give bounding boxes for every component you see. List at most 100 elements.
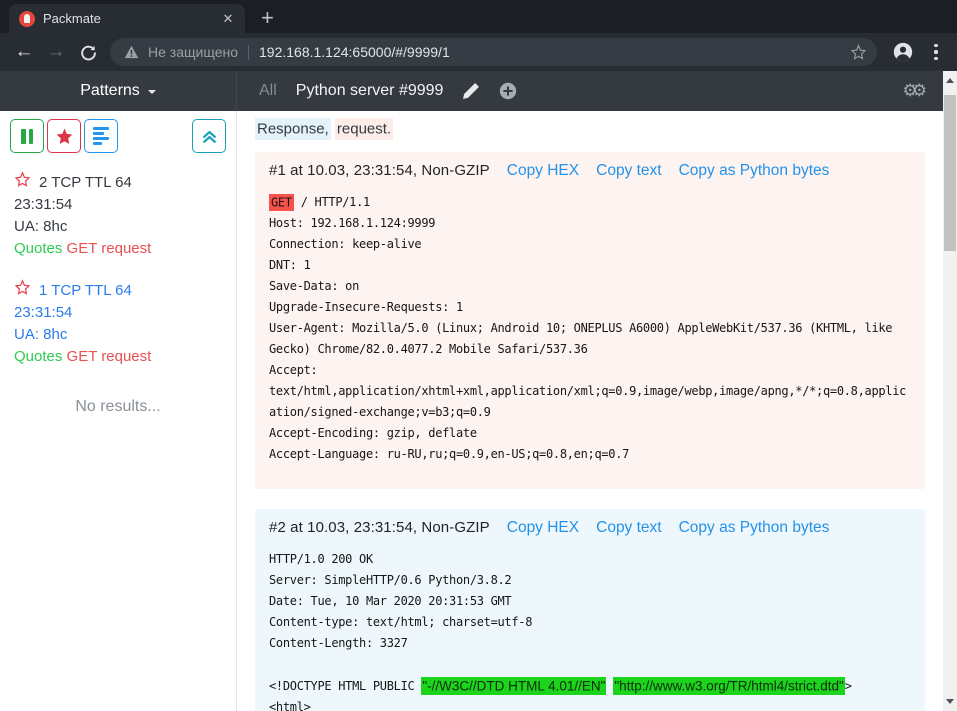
new-tab-button[interactable]: +	[261, 8, 274, 28]
packmate-favicon-icon	[19, 11, 35, 27]
star-outline-icon	[14, 279, 31, 295]
packet-title: #1 at 10.03, 23:31:54, Non-GZIP	[269, 162, 490, 179]
not-secure-warning-icon[interactable]	[124, 45, 139, 59]
packet-text: Save-Data: on	[269, 279, 359, 293]
packet-body: GET / HTTP/1.1 Host: 192.168.1.124:9999 Co…	[269, 192, 911, 465]
packet-line: HTTP/1.0 200 OK	[269, 549, 911, 570]
packet-line: <!DOCTYPE HTML PUBLIC "-//W3C//DTD HTML …	[269, 675, 911, 697]
stream-entry-user-agent: UA: 8hc	[14, 324, 222, 346]
packet-block-request: #1 at 10.03, 23:31:54, Non-GZIP Copy HEX C…	[255, 152, 925, 489]
app-body: 2 TCP TTL 6423:31:54UA: 8hcQuotes GET re…	[0, 111, 943, 711]
bookmark-star-button[interactable]	[850, 44, 867, 60]
packet-title: #2 at 10.03, 23:31:54, Non-GZIP	[269, 519, 490, 536]
stream-list: 2 TCP TTL 6423:31:54UA: 8hcQuotes GET re…	[0, 153, 236, 378]
page-scrollbar[interactable]	[943, 71, 957, 711]
pattern-match-highlight-green: "http://www.w3.org/TR/html4/strict.dtd"	[613, 677, 844, 695]
collapse-all-button[interactable]	[192, 119, 226, 153]
stream-sidebar: 2 TCP TTL 6423:31:54UA: 8hcQuotes GET re…	[0, 111, 237, 711]
packet-line: Connection: keep-alive	[269, 234, 911, 255]
packet-line: Content-Length: 3327	[269, 633, 911, 654]
not-secure-label: Не защищено	[148, 44, 238, 60]
packet-text: Server: SimpleHTTP/0.6 Python/3.8.2	[269, 573, 511, 587]
list-view-button[interactable]	[84, 119, 118, 153]
packet-text: <!DOCTYPE HTML PUBLIC	[269, 679, 421, 693]
packet-block-response: #2 at 10.03, 23:31:54, Non-GZIP Copy HEX C…	[255, 509, 925, 711]
stream-entry-user-agent: UA: 8hc	[14, 216, 222, 238]
settings-button[interactable]: ⚙⚙	[903, 81, 921, 101]
caret-down-icon	[148, 90, 156, 98]
copy-action-link[interactable]: Copy as Python bytes	[679, 162, 830, 180]
address-bar[interactable]: Не защищено 192.168.1.124:65000/#/9999/1	[110, 38, 877, 66]
pause-capture-button[interactable]	[10, 119, 44, 153]
back-button[interactable]: ←	[8, 36, 40, 68]
packet-line: Date: Tue, 10 Mar 2020 20:31:53 GMT	[269, 591, 911, 612]
scrollbar-thumb[interactable]	[944, 95, 956, 251]
forward-button[interactable]: →	[40, 36, 72, 68]
tab-title: Packmate	[43, 11, 211, 26]
stream-title: Python server #9999	[296, 82, 444, 100]
packmate-app: Patterns All Python server #9999 ⚙⚙	[0, 71, 957, 711]
reload-button[interactable]	[72, 36, 104, 68]
kebab-menu-icon	[934, 44, 938, 48]
packet-header: #2 at 10.03, 23:31:54, Non-GZIP Copy HEX C…	[269, 519, 911, 537]
stream-entry-time: 23:31:54	[14, 194, 222, 216]
pattern-match-highlight-green: "-//W3C//DTD HTML 4.01//EN"	[421, 677, 606, 695]
copy-action-link[interactable]: Copy text	[596, 519, 661, 537]
patterns-dropdown[interactable]: Patterns	[80, 82, 156, 100]
packet-line: Server: SimpleHTTP/0.6 Python/3.8.2	[269, 570, 911, 591]
double-chevron-up-icon	[201, 128, 218, 145]
browser-tab-packmate[interactable]: Packmate ✕	[9, 4, 245, 33]
pattern-tag-green: Quotes	[14, 348, 62, 365]
patterns-label: Patterns	[80, 82, 140, 100]
packet-line: User-Agent: Mozilla/5.0 (Linux; Android …	[269, 318, 911, 360]
packet-text: Accept: text/html,application/xhtml+xml,…	[269, 363, 906, 419]
stream-list-item[interactable]: 1 TCP TTL 6423:31:54UA: 8hcQuotes GET re…	[0, 270, 236, 378]
add-pattern-button[interactable]	[499, 82, 517, 100]
reload-icon	[80, 44, 97, 61]
bookmark-star-icon	[850, 44, 867, 60]
browser-menu-button[interactable]	[923, 36, 949, 68]
browser-toolbar: ← → Не защищено 192.168.1.124:65000/#/99…	[0, 33, 957, 71]
stream-entry-title: 1 TCP TTL 64	[14, 279, 222, 302]
packet-line: <html>	[269, 697, 911, 711]
packet-line: GET / HTTP/1.1	[269, 192, 911, 213]
packet-line	[269, 654, 911, 675]
pencil-icon	[462, 82, 480, 100]
packet-text: Date: Tue, 10 Mar 2020 20:31:53 GMT	[269, 594, 511, 608]
favorite-star-button[interactable]	[14, 171, 31, 194]
stream-entry-title: 2 TCP TTL 64	[14, 171, 222, 194]
all-streams-link[interactable]: All	[259, 82, 277, 100]
browser-window: Packmate ✕ + ← → Не защищено 192.168.1.1…	[0, 0, 957, 711]
packet-text: Host: 192.168.1.124:9999	[269, 216, 435, 230]
scroll-down-button[interactable]	[943, 695, 957, 709]
packet-text: >	[845, 679, 852, 693]
copy-action-link[interactable]: Copy HEX	[507, 162, 579, 180]
stream-list-item[interactable]: 2 TCP TTL 6423:31:54UA: 8hcQuotes GET re…	[0, 162, 236, 270]
gears-icon: ⚙⚙	[903, 81, 921, 101]
scroll-up-icon	[946, 74, 954, 83]
packet-text: Accept-Encoding: gzip, deflate	[269, 426, 477, 440]
avatar-icon	[892, 41, 914, 63]
url-text: 192.168.1.124:65000/#/9999/1	[259, 44, 842, 60]
stream-entry-tags: Quotes GET request	[14, 238, 222, 260]
packet-text: Content-type: text/html; charset=utf-8	[269, 615, 532, 629]
edit-stream-button[interactable]	[462, 82, 480, 100]
stream-entry-tags: Quotes GET request	[14, 346, 222, 368]
packet-list: #1 at 10.03, 23:31:54, Non-GZIP Copy HEX C…	[237, 152, 943, 711]
stream-entry-title-text: 1 TCP TTL 64	[39, 280, 132, 302]
favorites-filter-button[interactable]	[47, 119, 81, 153]
copy-action-link[interactable]: Copy HEX	[507, 519, 579, 537]
scroll-up-button[interactable]	[943, 73, 957, 87]
profile-button[interactable]	[887, 36, 919, 68]
packet-line: Accept: text/html,application/xhtml+xml,…	[269, 360, 911, 423]
packet-line: Accept-Language: ru-RU,ru;q=0.9,en-US;q=…	[269, 444, 911, 465]
packet-line: Content-type: text/html; charset=utf-8	[269, 612, 911, 633]
star-outline-icon	[14, 171, 31, 187]
close-tab-icon[interactable]: ✕	[219, 10, 237, 28]
copy-action-link[interactable]: Copy as Python bytes	[679, 519, 830, 537]
stream-entry-title-text: 2 TCP TTL 64	[39, 172, 132, 194]
favorite-star-button[interactable]	[14, 279, 31, 302]
legend-chip-response: Response,	[255, 118, 331, 140]
copy-action-link[interactable]: Copy text	[596, 162, 661, 180]
packet-text: Accept-Language: ru-RU,ru;q=0.9,en-US;q=…	[269, 447, 629, 461]
